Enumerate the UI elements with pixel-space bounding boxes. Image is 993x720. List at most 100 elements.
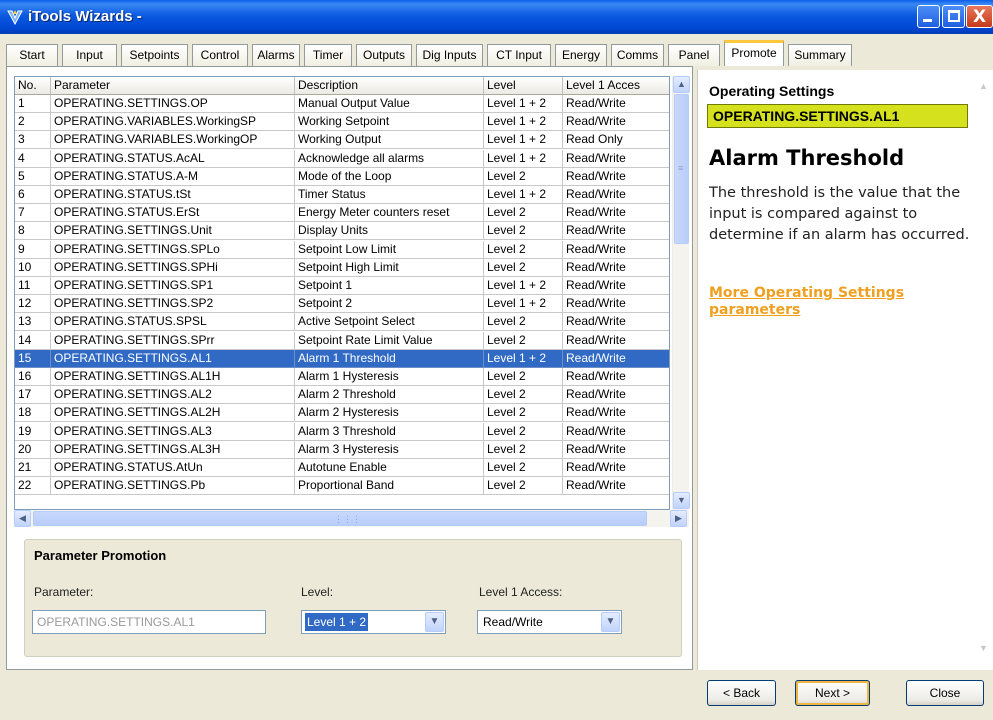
table-row[interactable]: 9 OPERATING.SETTINGS.SPLo Setpoint Low Lim…: [15, 240, 669, 259]
grid-vertical-scrollbar[interactable]: ▲ ≡ ▼: [672, 76, 690, 510]
table-cell: Read/Write: [563, 295, 669, 314]
table-row[interactable]: 7 OPERATING.STATUS.ErSt Energy Meter count…: [15, 204, 669, 223]
column-header[interactable]: Level 1 Acces: [563, 77, 669, 95]
close-button[interactable]: Close: [906, 680, 984, 706]
tab-ct-input[interactable]: CT Input: [487, 44, 551, 66]
table-cell: OPERATING.SETTINGS.SP2: [51, 295, 295, 314]
table-cell: 3: [15, 131, 51, 150]
tab-control[interactable]: Control: [192, 44, 248, 66]
table-cell: Timer Status: [295, 186, 484, 204]
tab-comms[interactable]: Comms: [611, 44, 664, 66]
table-row[interactable]: 21 OPERATING.STATUS.AtUn Autotune Enable Le…: [15, 459, 669, 477]
chevron-down-icon[interactable]: ▼: [425, 612, 444, 632]
table-row[interactable]: 14 OPERATING.SETTINGS.SPrr Setpoint Rate L…: [15, 331, 669, 350]
tab-start[interactable]: Start: [6, 44, 58, 66]
table-cell: OPERATING.SETTINGS.AL2H: [51, 404, 295, 423]
table-cell: Read/Write: [563, 259, 669, 277]
tab-summary[interactable]: Summary: [788, 44, 852, 66]
table-cell: Autotune Enable: [295, 459, 484, 477]
parameter-field[interactable]: OPERATING.SETTINGS.AL1: [32, 610, 266, 634]
table-cell: 4: [15, 149, 51, 168]
table-row[interactable]: 2 OPERATING.VARIABLES.WorkingSP Working Se…: [15, 113, 669, 132]
table-row[interactable]: 17 OPERATING.SETTINGS.AL2 Alarm 2 Threshol…: [15, 386, 669, 405]
table-cell: Read/Write: [563, 332, 669, 350]
help-scrollbar[interactable]: ▲ ▼: [976, 75, 991, 665]
table-row[interactable]: 3 OPERATING.VARIABLES.WorkingOP Working Ou…: [15, 131, 669, 150]
column-header[interactable]: Description: [295, 77, 484, 95]
table-cell: Read Only: [563, 131, 669, 150]
tab-setpoints[interactable]: Setpoints: [121, 44, 188, 66]
table-cell: Read/Write: [563, 95, 669, 113]
table-row[interactable]: 19 OPERATING.SETTINGS.AL3 Alarm 3 Threshol…: [15, 422, 669, 441]
table-row[interactable]: 1 OPERATING.SETTINGS.OP Manual Output Valu…: [15, 95, 669, 113]
scroll-up-icon[interactable]: ▲: [673, 76, 690, 93]
table-row[interactable]: 13 OPERATING.STATUS.SPSL Active Setpoint S…: [15, 313, 669, 332]
table-cell: 15: [15, 349, 51, 368]
grid-horizontal-scrollbar[interactable]: ◀ ⋮⋮⋮ ▶: [14, 510, 689, 527]
parameter-label: Parameter:: [34, 585, 94, 599]
table-cell: Energy Meter counters reset: [295, 204, 484, 223]
table-row[interactable]: 18 OPERATING.SETTINGS.AL2H Alarm 2 Hystere…: [15, 404, 669, 423]
tab-energy[interactable]: Energy: [555, 44, 607, 66]
more-parameters-link[interactable]: More Operating Settings parameters: [709, 285, 971, 319]
table-row[interactable]: 5 OPERATING.STATUS.A-M Mode of the Loop Lev…: [15, 167, 669, 186]
horizontal-scroll-thumb[interactable]: ⋮⋮⋮: [33, 511, 647, 526]
scroll-right-icon[interactable]: ▶: [670, 510, 687, 527]
table-row[interactable]: 16 OPERATING.SETTINGS.AL1H Alarm 1 Hystere…: [15, 368, 669, 386]
next-button[interactable]: Next >: [795, 680, 870, 706]
table-row[interactable]: 11 OPERATING.SETTINGS.SP1 Setpoint 1 Level …: [15, 277, 669, 295]
table-cell: Alarm 2 Hysteresis: [295, 404, 484, 423]
back-button[interactable]: < Back: [707, 680, 776, 706]
tab-alarms[interactable]: Alarms: [252, 44, 300, 66]
table-row[interactable]: 12 OPERATING.SETTINGS.SP2 Setpoint 2 Level …: [15, 295, 669, 314]
table-cell: OPERATING.STATUS.AtUn: [51, 459, 295, 477]
vertical-scroll-thumb[interactable]: ≡: [674, 94, 689, 244]
table-row[interactable]: 15 OPERATING.SETTINGS.AL1 Alarm 1 Threshol…: [15, 349, 669, 368]
table-row[interactable]: 8 OPERATING.SETTINGS.Unit Display Units Lev…: [15, 222, 669, 241]
table-cell: Level 2: [484, 404, 563, 423]
table-cell: OPERATING.SETTINGS.SPLo: [51, 240, 295, 259]
level1-access-label: Level 1 Access:: [479, 585, 563, 599]
wizard-icon: [7, 10, 23, 26]
table-row[interactable]: 6 OPERATING.STATUS.tSt Timer Status Level 1…: [15, 186, 669, 204]
scroll-down-icon[interactable]: ▼: [673, 492, 690, 509]
tab-dig-inputs[interactable]: Dig Inputs: [416, 44, 483, 66]
tab-input[interactable]: Input: [62, 44, 117, 66]
level-select[interactable]: Level 1 + 2 ▼: [301, 610, 446, 634]
tab-promote[interactable]: Promote: [724, 40, 784, 66]
table-cell: Mode of the Loop: [295, 167, 484, 186]
chevron-down-icon[interactable]: ▼: [601, 612, 620, 632]
tab-timer[interactable]: Timer: [304, 44, 352, 66]
table-row[interactable]: 20 OPERATING.SETTINGS.AL3H Alarm 3 Hystere…: [15, 440, 669, 459]
table-cell: Level 2: [484, 204, 563, 223]
scroll-down-icon[interactable]: ▼: [976, 643, 991, 653]
close-window-button[interactable]: X: [966, 5, 993, 28]
grid-header: No. Parameter Description Level Level 1 Acce…: [15, 77, 669, 95]
scroll-left-icon[interactable]: ◀: [14, 510, 31, 527]
table-cell: 10: [15, 258, 51, 277]
table-row[interactable]: 10 OPERATING.SETTINGS.SPHi Setpoint High L…: [15, 258, 669, 277]
column-header[interactable]: No.: [15, 77, 51, 95]
table-cell: 17: [15, 386, 51, 405]
table-cell: Read/Write: [563, 477, 669, 496]
table-row[interactable]: 4 OPERATING.STATUS.AcAL Acknowledge all al…: [15, 149, 669, 168]
table-row[interactable]: 22 OPERATING.SETTINGS.Pb Proportional Band…: [15, 477, 669, 496]
minimize-icon: [923, 19, 932, 22]
table-cell: Setpoint 1: [295, 277, 484, 295]
scroll-up-icon[interactable]: ▲: [976, 81, 991, 91]
table-cell: Setpoint 2: [295, 295, 484, 314]
table-cell: 14: [15, 331, 51, 350]
table-cell: 18: [15, 404, 51, 423]
close-icon: X: [973, 7, 987, 27]
column-header[interactable]: Parameter: [51, 77, 295, 95]
column-header[interactable]: Level: [484, 77, 563, 95]
tab-outputs[interactable]: Outputs: [356, 44, 412, 66]
table-cell: Setpoint High Limit: [295, 258, 484, 277]
table-cell: Level 2: [484, 386, 563, 405]
level1-access-select[interactable]: Read/Write ▼: [477, 610, 622, 634]
grip-icon: ≡: [678, 163, 684, 173]
maximize-button[interactable]: [942, 5, 965, 28]
grip-icon: ⋮⋮⋮: [334, 514, 361, 524]
tab-panel[interactable]: Panel: [668, 44, 720, 66]
minimize-button[interactable]: [917, 5, 940, 28]
